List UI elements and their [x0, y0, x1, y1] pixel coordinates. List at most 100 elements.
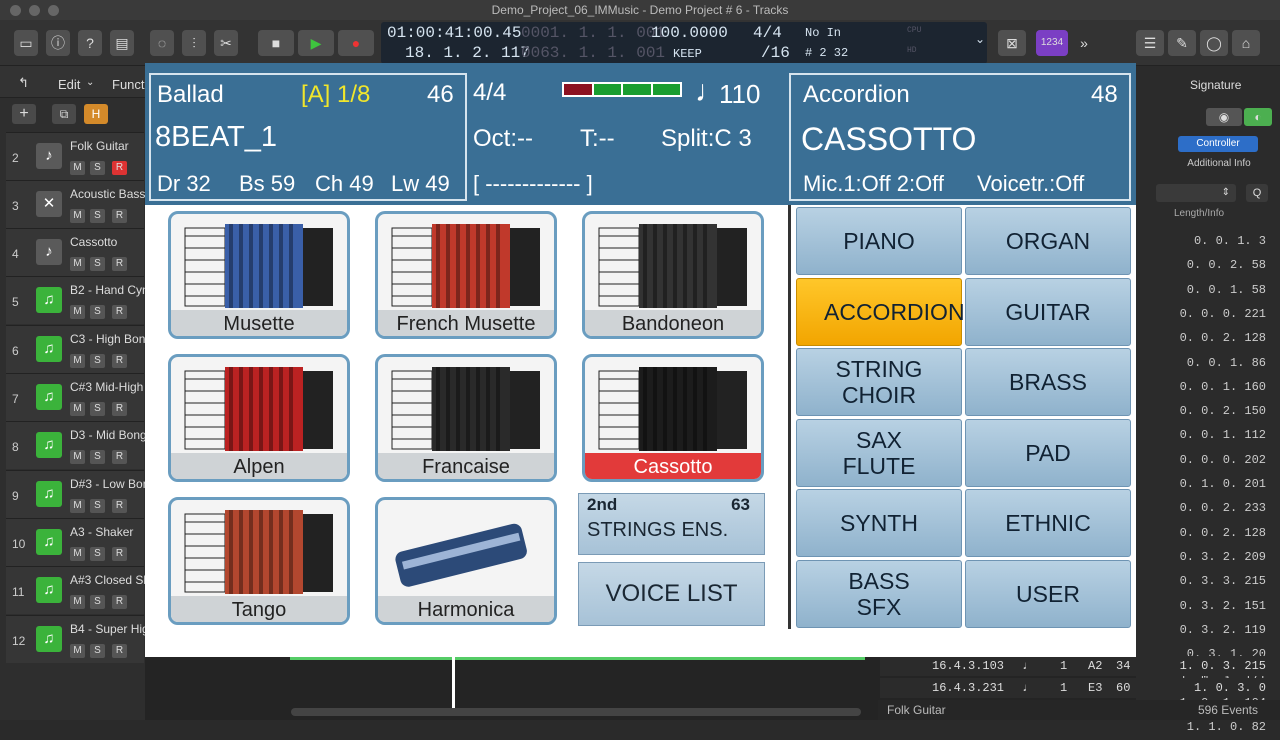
solo-button[interactable]: S	[90, 354, 105, 368]
category-button-brass[interactable]: BRASS	[965, 348, 1131, 416]
mute-button[interactable]: M	[70, 257, 85, 271]
more-chevron-icon[interactable]: »	[1074, 30, 1094, 56]
category-button-string-choir[interactable]: STRING CHOIR	[796, 348, 962, 416]
record-enable-button[interactable]: R	[112, 305, 127, 319]
solo-button[interactable]: S	[90, 450, 105, 464]
toolbar-icon[interactable]: ▤	[110, 30, 134, 56]
edit-menu[interactable]: Edit	[58, 77, 80, 92]
mute-button[interactable]: M	[70, 547, 85, 561]
length-row[interactable]: 0. 0. 2. 150	[1136, 404, 1280, 424]
length-row[interactable]: 0. 0. 2. 233	[1136, 501, 1280, 521]
mute-button[interactable]: M	[70, 644, 85, 658]
solo-button[interactable]: S	[90, 547, 105, 561]
mute-button[interactable]: M	[70, 209, 85, 223]
mute-button[interactable]: M	[70, 450, 85, 464]
length-row[interactable]: 1. 1. 0. 82	[1136, 720, 1280, 740]
track-name[interactable]: C#3 Mid-High	[70, 380, 145, 394]
second-voice-button[interactable]: 2nd 63 STRINGS ENS.	[578, 493, 765, 555]
voice-box[interactable]: Accordion 48 CASSOTTO Mic.1:Off 2:Off Vo…	[789, 73, 1131, 201]
notepad-icon[interactable]: ✎	[1168, 30, 1196, 56]
category-button-guitar[interactable]: GUITAR	[965, 277, 1131, 346]
voice-button[interactable]: Alpen	[168, 354, 350, 482]
mute-button[interactable]: M	[70, 402, 85, 416]
view-toggle-icon[interactable]: ◉	[1206, 108, 1242, 126]
category-button-organ[interactable]: ORGAN	[965, 207, 1131, 275]
record-enable-button[interactable]: R	[112, 644, 127, 658]
voice-button[interactable]: Harmonica	[375, 497, 557, 625]
track-name[interactable]: B2 - Hand Cym	[70, 283, 145, 297]
track-row[interactable]: 2 ♪ Folk Guitar M S R	[6, 132, 144, 180]
category-button-accordion[interactable]: ACCORDION	[796, 277, 965, 346]
list-editors-icon[interactable]: ☰	[1136, 30, 1164, 56]
category-button-user[interactable]: USER	[965, 559, 1131, 628]
length-row[interactable]: 0. 3. 2. 151	[1136, 599, 1280, 619]
length-row[interactable]: 0. 0. 1. 112	[1136, 428, 1280, 448]
track-name[interactable]: Cassotto	[70, 235, 145, 249]
solo-button[interactable]: S	[90, 161, 105, 175]
additional-info-label[interactable]: Additional Info	[1174, 156, 1264, 172]
track-name[interactable]: D#3 - Low Bon	[70, 477, 145, 491]
track-row[interactable]: 5 ♫ B2 - Hand Cym M S R	[6, 276, 145, 324]
track-name[interactable]: A3 - Shaker	[70, 525, 145, 539]
mute-button[interactable]: M	[70, 595, 85, 609]
track-row[interactable]: 7 ♫ C#3 Mid-High M S R	[6, 373, 144, 421]
play-button[interactable]: ▶	[298, 30, 334, 56]
solo-button[interactable]: S	[90, 499, 105, 513]
length-row[interactable]: 0. 3. 2. 119	[1136, 623, 1280, 643]
length-row[interactable]: 0. 0. 2. 128	[1136, 331, 1280, 351]
track-name[interactable]: B4 - Super Hig	[70, 622, 145, 636]
length-row[interactable]: 0. 0. 1. 86	[1136, 356, 1280, 376]
length-row[interactable]: 0. 0. 1. 160	[1136, 380, 1280, 400]
length-row[interactable]: 0. 1. 0. 201	[1136, 477, 1280, 497]
record-enable-button[interactable]: R	[112, 402, 127, 416]
voice-button[interactable]: Tango	[168, 497, 350, 625]
mute-button[interactable]: M	[70, 354, 85, 368]
category-button-piano[interactable]: PIANO	[796, 207, 962, 275]
solo-button[interactable]: S	[90, 644, 105, 658]
smart-controls-icon[interactable]: ◌	[150, 30, 174, 56]
controller-button[interactable]: Controller	[1178, 136, 1258, 152]
solo-button[interactable]: S	[90, 402, 105, 416]
solo-button[interactable]: S	[90, 595, 105, 609]
solo-button[interactable]: S	[90, 305, 105, 319]
filter-dropdown[interactable]: ⇕	[1156, 184, 1236, 202]
voice-button[interactable]: Francaise	[375, 354, 557, 482]
track-row[interactable]: 10 ♫ A3 - Shaker M S R	[6, 518, 144, 566]
category-button-ethnic[interactable]: ETHNIC	[965, 489, 1131, 557]
track-name[interactable]: Folk Guitar	[70, 139, 145, 153]
style-box[interactable]: Ballad [A] 1/8 46 8BEAT_1 Dr 32 Bs 59 Ch…	[149, 73, 467, 201]
voice-list-button[interactable]: VOICE LIST	[578, 562, 765, 626]
length-row[interactable]: 0. 0. 2. 128	[1136, 526, 1280, 546]
library-icon[interactable]: ▭	[14, 30, 38, 56]
track-row[interactable]: 9 ♫ D#3 - Low Bon M S R	[6, 470, 145, 518]
playhead[interactable]	[452, 656, 455, 708]
back-arrow-icon[interactable]: ↰	[18, 75, 29, 91]
stop-button[interactable]: ■	[258, 30, 294, 56]
length-row[interactable]: 0. 0. 0. 221	[1136, 307, 1280, 327]
record-enable-button[interactable]: R	[112, 161, 127, 175]
length-row[interactable]: 0. 0. 0. 202	[1136, 453, 1280, 473]
track-name[interactable]: A#3 Closed Sl	[70, 573, 145, 587]
category-button-bass-sfx[interactable]: BASS SFX	[796, 559, 962, 628]
functions-menu[interactable]: Functi	[112, 77, 147, 92]
track-row[interactable]: 3 ✕ Acoustic Bass M S R	[6, 180, 145, 228]
lcd-menu-chevron-icon[interactable]: ⌄	[975, 32, 985, 47]
track-name[interactable]: C3 - High Bon	[70, 332, 145, 346]
search-icon[interactable]: Q	[1246, 184, 1268, 202]
loop-browser-icon[interactable]: ◯	[1200, 30, 1228, 56]
record-enable-button[interactable]: R	[112, 209, 127, 223]
solo-button[interactable]: S	[90, 257, 105, 271]
voice-button[interactable]: Musette	[168, 211, 350, 339]
help-icon[interactable]: ?	[78, 30, 102, 56]
length-row[interactable]: 0. 0. 2. 58	[1136, 258, 1280, 278]
duplicate-track-icon[interactable]: ⧉	[52, 104, 76, 124]
add-track-button[interactable]: +	[12, 104, 36, 124]
record-enable-button[interactable]: R	[112, 547, 127, 561]
record-enable-button[interactable]: R	[112, 499, 127, 513]
count-in-badge[interactable]: 1234	[1036, 30, 1068, 56]
record-enable-button[interactable]: R	[112, 354, 127, 368]
track-name[interactable]: Acoustic Bass	[70, 187, 145, 201]
record-enable-button[interactable]: R	[112, 450, 127, 464]
signature-tab[interactable]: Signature	[1190, 78, 1241, 92]
editors-icon[interactable]: ✂	[214, 30, 238, 56]
